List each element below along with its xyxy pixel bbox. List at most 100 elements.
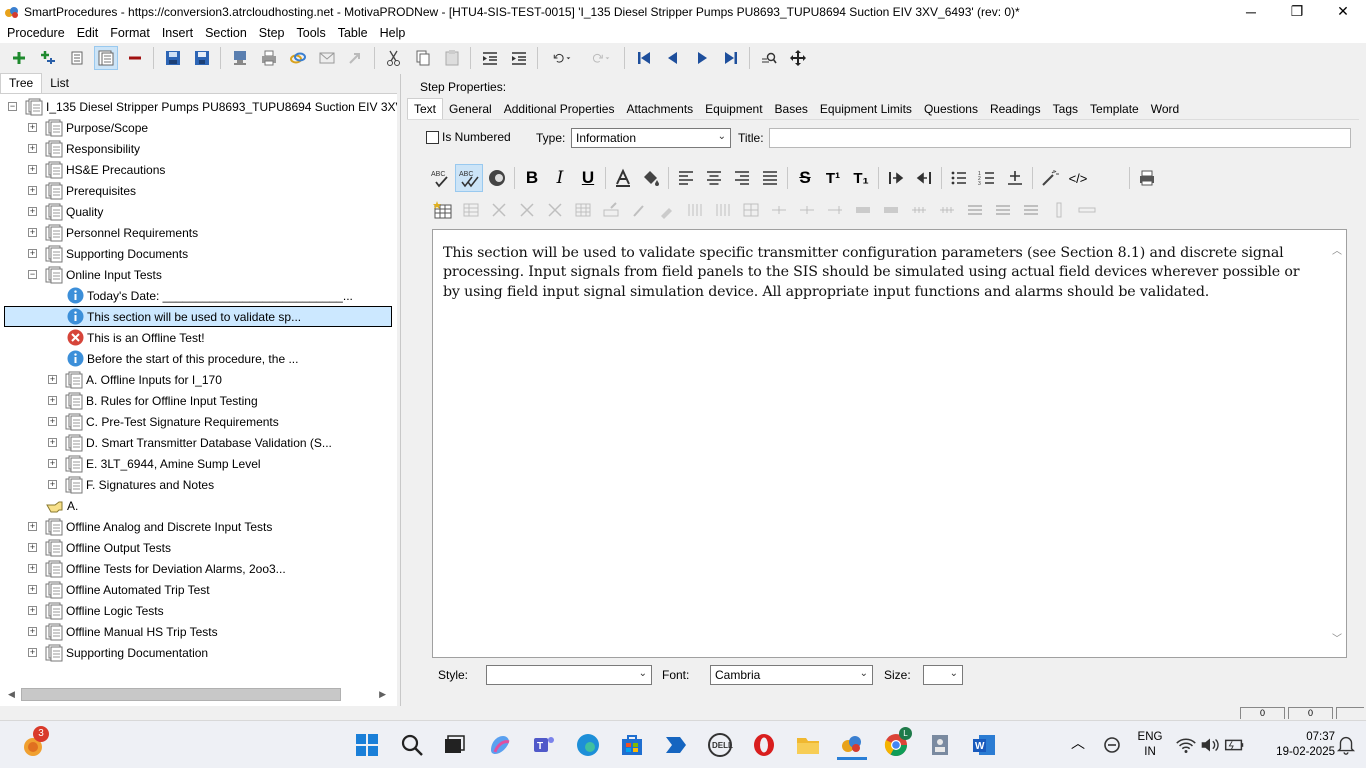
spellcheck-icon[interactable]: ABC <box>427 164 455 192</box>
table-tool-icon[interactable] <box>796 199 818 221</box>
expand-toggle-icon[interactable]: + <box>28 165 37 174</box>
collapse-toggle-icon[interactable]: − <box>8 102 17 111</box>
is-numbered-checkbox[interactable] <box>426 131 439 144</box>
teams-icon[interactable]: T <box>529 730 559 760</box>
numbered-list-icon[interactable]: 123 <box>973 164 1001 192</box>
tree-node[interactable]: + Quality <box>28 201 103 222</box>
magic-wand-icon[interactable] <box>1036 164 1064 192</box>
store-icon[interactable] <box>617 730 647 760</box>
search-icon[interactable] <box>397 730 427 760</box>
tab-readings[interactable]: Readings <box>984 99 1047 119</box>
tab-word[interactable]: Word <box>1145 99 1185 119</box>
step-text-editor[interactable]: This section will be used to validate sp… <box>432 229 1347 658</box>
expand-toggle-icon[interactable]: + <box>28 564 37 573</box>
tab-tags[interactable]: Tags <box>1047 99 1084 119</box>
expand-toggle-icon[interactable]: + <box>28 522 37 531</box>
size-select[interactable]: ⌄ <box>923 665 963 685</box>
outline-toggle-icon[interactable] <box>93 46 118 70</box>
expand-toggle-icon[interactable]: + <box>48 396 57 405</box>
expand-toggle-icon[interactable]: + <box>28 648 37 657</box>
opera-icon[interactable] <box>749 730 779 760</box>
tab-additional-properties[interactable]: Additional Properties <box>498 99 621 119</box>
delete-icon[interactable] <box>123 46 147 70</box>
scroll-up-icon[interactable]: ︿ <box>1332 242 1342 257</box>
expand-toggle-icon[interactable]: + <box>28 207 37 216</box>
close-button[interactable]: ✕ <box>1320 0 1366 23</box>
highlight-sphere-icon[interactable] <box>483 164 511 192</box>
align-left-icon[interactable] <box>672 164 700 192</box>
menu-insert[interactable]: Insert <box>156 26 199 40</box>
undo-icon[interactable] <box>545 46 579 70</box>
menu-step[interactable]: Step <box>253 26 291 40</box>
bold-button[interactable]: B <box>518 164 546 192</box>
table-tool-icon[interactable] <box>656 199 678 221</box>
html-source-button[interactable]: </> <box>1064 164 1092 192</box>
tree-horizontal-scrollbar[interactable]: ◀ ▶ <box>5 686 389 702</box>
expand-toggle-icon[interactable]: + <box>48 459 57 468</box>
underline-button[interactable]: U <box>574 164 602 192</box>
increase-indent-icon[interactable] <box>882 164 910 192</box>
last-icon[interactable] <box>719 46 743 70</box>
tree-node[interactable]: This section will be used to validate sp… <box>4 306 392 327</box>
tree-node[interactable]: + Responsibility <box>28 138 140 159</box>
table-tool-icon[interactable] <box>600 199 622 221</box>
previous-icon[interactable] <box>661 46 685 70</box>
print-preview-icon[interactable] <box>1133 164 1161 192</box>
expand-toggle-icon[interactable]: + <box>28 585 37 594</box>
tree-node[interactable]: + HS&E Precautions <box>28 159 165 180</box>
outdent-icon[interactable] <box>478 46 502 70</box>
table-tool-icon[interactable] <box>488 199 510 221</box>
volume-icon[interactable] <box>1198 730 1222 760</box>
weather-widget-icon[interactable]: 3 <box>18 726 49 760</box>
tab-text[interactable]: Text <box>407 98 444 119</box>
clock[interactable]: 07:37 19-02-2025 <box>1255 730 1335 760</box>
chrome-icon[interactable]: L <box>881 727 912 760</box>
tree-node[interactable]: + Offline Logic Tests <box>28 600 164 621</box>
expand-toggle-icon[interactable]: + <box>28 627 37 636</box>
tree-node[interactable]: − I_135 Diesel Stripper Pumps PU8693_TUPU… <box>8 96 397 117</box>
tab-attachments[interactable]: Attachments <box>620 99 699 119</box>
save-icon[interactable] <box>190 46 214 70</box>
tree-node[interactable]: + Offline Automated Trip Test <box>28 579 210 600</box>
expand-toggle-icon[interactable]: + <box>28 543 37 552</box>
export-icon[interactable] <box>228 46 252 70</box>
menu-procedure[interactable]: Procedure <box>0 26 71 40</box>
table-tool-icon[interactable] <box>992 199 1014 221</box>
subscript-button[interactable]: T₁ <box>847 164 875 192</box>
table-tool-icon[interactable] <box>1048 199 1070 221</box>
redirect-icon[interactable] <box>344 46 368 70</box>
table-tool-icon[interactable] <box>684 199 706 221</box>
tab-bases[interactable]: Bases <box>769 99 814 119</box>
table-tool-icon[interactable] <box>572 199 594 221</box>
table-tool-icon[interactable] <box>544 199 566 221</box>
font-color-icon[interactable] <box>609 164 637 192</box>
fill-color-icon[interactable] <box>637 164 665 192</box>
print-icon[interactable] <box>257 46 281 70</box>
tab-equipment[interactable]: Equipment <box>699 99 768 119</box>
tree-node[interactable]: + A. Offline Inputs for I_170 <box>48 369 222 390</box>
move-icon[interactable] <box>786 46 810 70</box>
dell-icon[interactable]: DELL <box>705 730 735 760</box>
tree-node[interactable]: + E. 3LT_6944, Amine Sump Level <box>48 453 261 474</box>
language-indicator[interactable]: ENG IN <box>1136 730 1164 760</box>
pane-splitter[interactable] <box>400 74 406 706</box>
tree-node[interactable]: + Offline Manual HS Trip Tests <box>28 621 218 642</box>
tree-node[interactable]: + Prerequisites <box>28 180 136 201</box>
table-tool-icon[interactable] <box>824 199 846 221</box>
tree-node[interactable]: A. <box>46 495 78 516</box>
scroll-right-icon[interactable]: ▶ <box>379 689 386 700</box>
tab-general[interactable]: General <box>443 99 498 119</box>
tree-node[interactable]: + Purpose/Scope <box>28 117 148 138</box>
tree-node[interactable]: + D. Smart Transmitter Database Validatio… <box>48 432 332 453</box>
chevron-up-icon[interactable]: ︿ <box>1071 736 1085 751</box>
remote-desktop-icon[interactable] <box>925 730 955 760</box>
start-button[interactable] <box>352 730 382 760</box>
menu-help[interactable]: Help <box>374 26 412 40</box>
menu-table[interactable]: Table <box>332 26 374 40</box>
expand-toggle-icon[interactable]: + <box>48 438 57 447</box>
table-tool-icon[interactable] <box>936 199 958 221</box>
expand-toggle-icon[interactable]: + <box>48 417 57 426</box>
justify-icon[interactable] <box>756 164 784 192</box>
table-tool-icon[interactable] <box>768 199 790 221</box>
edge-icon[interactable] <box>573 730 603 760</box>
